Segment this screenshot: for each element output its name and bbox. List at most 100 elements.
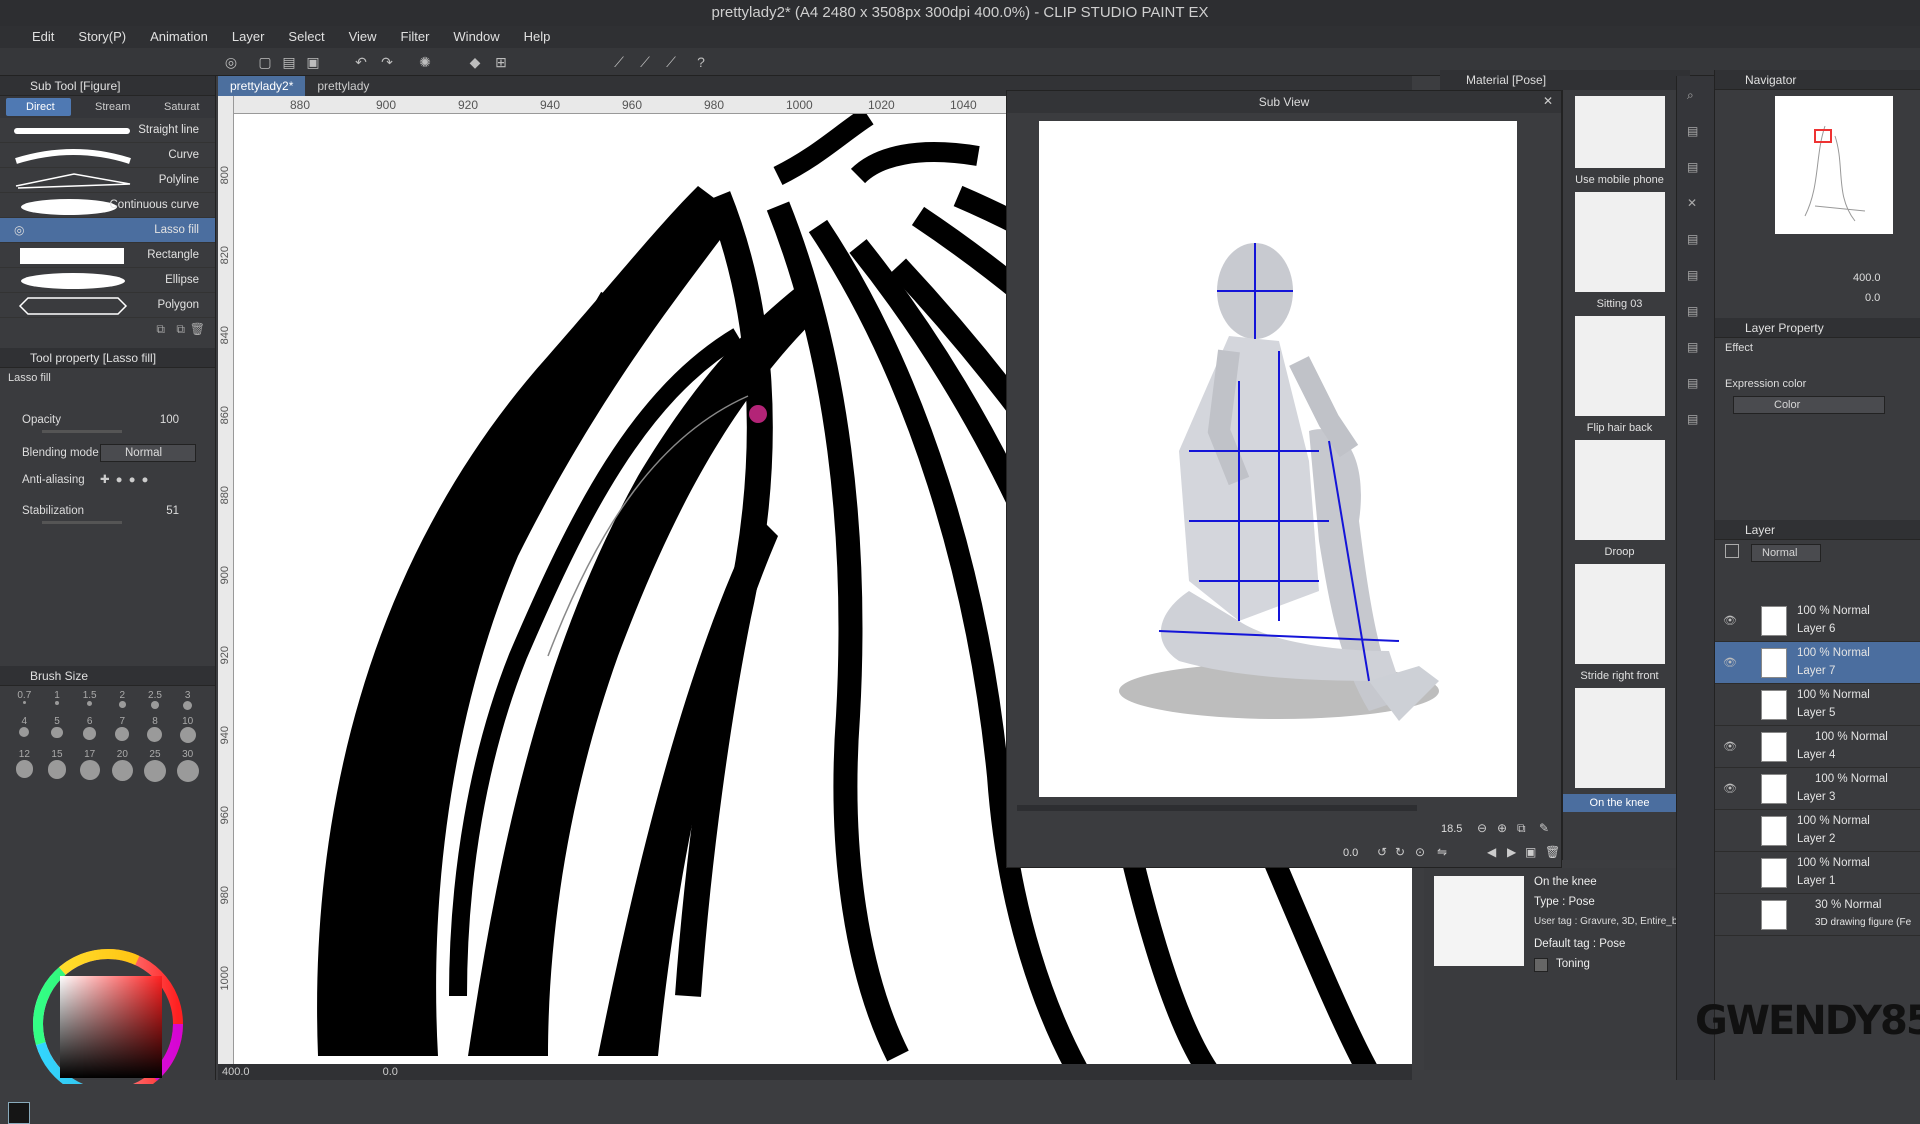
layer-row-6[interactable]: 👁 100 % Normal Layer 6 <box>1715 600 1920 642</box>
brush-size-option[interactable]: 5 <box>41 716 74 743</box>
brush-polygon[interactable]: Polygon <box>0 293 215 318</box>
rotate-right-icon[interactable]: ↻ <box>1395 845 1405 859</box>
canvas-zoom[interactable]: 400.0 <box>222 1066 250 1078</box>
brush-size-option[interactable]: 2 <box>106 690 139 710</box>
reset-icon[interactable]: ⊙ <box>1415 845 1425 859</box>
material-icon[interactable]: ▤ <box>1687 160 1698 174</box>
layer-row-2[interactable]: 100 % Normal Layer 2 <box>1715 810 1920 852</box>
brush-size-option[interactable]: 10 <box>171 716 204 744</box>
brush-curve[interactable]: Curve <box>0 143 215 168</box>
brush-size-option[interactable]: 12 <box>8 749 41 782</box>
brush-size-option[interactable]: 25 <box>139 749 172 783</box>
undo-icon[interactable]: ↶ <box>352 53 370 71</box>
help-icon[interactable]: ? <box>692 53 710 71</box>
brush-size-option[interactable]: 8 <box>139 716 172 743</box>
antialias-options[interactable]: ✚●●● <box>100 472 154 486</box>
opacity-slider[interactable] <box>42 430 122 433</box>
menu-layer[interactable]: Layer <box>220 26 277 48</box>
zoom-in-icon[interactable]: ⊕ <box>1497 821 1507 835</box>
layer-row-1[interactable]: 100 % Normal Layer 1 <box>1715 852 1920 894</box>
blend-select[interactable]: Normal <box>100 444 196 462</box>
material-item-droop[interactable]: Droop <box>1563 440 1676 558</box>
tab-prettylady2[interactable]: prettylady2* <box>218 76 306 96</box>
material-item-flip-hair[interactable]: Flip hair back <box>1563 316 1676 434</box>
fill-icon[interactable]: ◆ <box>466 53 484 71</box>
brush-size-option[interactable]: 1 <box>41 690 74 710</box>
layer-row-3[interactable]: 👁 100 % Normal Layer 3 <box>1715 768 1920 810</box>
stab-slider[interactable] <box>42 521 122 524</box>
subview-scrollbar[interactable] <box>1017 805 1417 811</box>
brush-lasso-fill[interactable]: ◎ Lasso fill <box>0 218 215 243</box>
menu-select[interactable]: Select <box>276 26 336 48</box>
save-icon[interactable]: ▣ <box>304 53 322 71</box>
fit-icon[interactable]: ⧉ <box>1517 821 1526 836</box>
layer-blend-select[interactable]: Normal <box>1751 544 1821 562</box>
layer-row-7[interactable]: 👁 100 % Normal Layer 7 <box>1715 642 1920 684</box>
next-icon[interactable]: ▶ <box>1507 845 1516 859</box>
redo-icon[interactable]: ↷ <box>378 53 396 71</box>
tab-saturate[interactable]: Saturat <box>144 98 209 116</box>
menu-help[interactable]: Help <box>512 26 563 48</box>
menu-view[interactable]: View <box>337 26 389 48</box>
brush-size-option[interactable]: 15 <box>41 749 74 782</box>
layer-row-5[interactable]: 100 % Normal Layer 5 <box>1715 684 1920 726</box>
material-icon[interactable]: ▤ <box>1687 268 1698 282</box>
brush-continuous-curve[interactable]: Continuous curve <box>0 193 215 218</box>
tab-prettylady[interactable]: prettylady <box>305 76 381 96</box>
rotate-left-icon[interactable]: ↺ <box>1377 845 1387 859</box>
brush-size-option[interactable]: 6 <box>73 716 106 743</box>
material-icon[interactable]: ▤ <box>1687 376 1698 390</box>
brush-straight-line[interactable]: Straight line <box>0 118 215 143</box>
brush-size-option[interactable]: 30 <box>171 749 204 783</box>
brush-size-option[interactable]: 1.5 <box>73 690 106 710</box>
layer-row-4[interactable]: 👁 100 % Normal Layer 4 <box>1715 726 1920 768</box>
eye-icon[interactable]: 👁 <box>1723 656 1737 669</box>
subview-image[interactable] <box>1039 121 1517 797</box>
new-subtool-icon[interactable]: ⧉ <box>156 322 165 337</box>
eyedropper-icon[interactable]: ✎ <box>1539 821 1549 835</box>
navigator-preview[interactable] <box>1775 96 1893 234</box>
material-item-on-knee[interactable]: On the knee <box>1563 688 1676 812</box>
prev-icon[interactable]: ◀ <box>1487 845 1496 859</box>
navigator-zoom[interactable]: 400.0 <box>1853 272 1881 284</box>
brush-size-option[interactable]: 4 <box>8 716 41 743</box>
material-icon[interactable]: ▤ <box>1687 304 1698 318</box>
material-icon[interactable]: ▤ <box>1687 124 1698 138</box>
brush-size-option[interactable]: 7 <box>106 716 139 743</box>
menu-window[interactable]: Window <box>441 26 511 48</box>
material-icon[interactable]: ▤ <box>1687 340 1698 354</box>
subview-angle[interactable]: 0.0 <box>1343 847 1358 859</box>
material-item-mobile[interactable]: Use mobile phone <box>1563 96 1676 186</box>
stab-value[interactable]: 51 <box>166 505 179 517</box>
eye-icon[interactable]: 👁 <box>1723 614 1737 627</box>
folder-icon[interactable]: ▣ <box>1525 845 1536 859</box>
brush-size-option[interactable]: 2.5 <box>139 690 172 710</box>
eye-icon[interactable]: 👁 <box>1723 782 1737 795</box>
brush-size-option[interactable]: 3 <box>171 690 204 710</box>
close-icon[interactable]: ✕ <box>1687 196 1697 210</box>
tab-direct[interactable]: Direct <box>6 98 71 116</box>
layer-row-3d-figure[interactable]: 30 % Normal 3D drawing figure (Fe <box>1715 894 1920 936</box>
brush-rectangle[interactable]: Rectangle <box>0 243 215 268</box>
trash-icon[interactable]: 🗑 <box>190 322 205 336</box>
snap-ruler-icon[interactable]: ⟋ <box>610 53 628 71</box>
navigator-angle[interactable]: 0.0 <box>1865 292 1880 304</box>
opacity-row[interactable]: Opacity 100 <box>0 408 215 435</box>
main-color-swatch[interactable] <box>8 1102 30 1124</box>
toning-checkbox[interactable] <box>1534 958 1548 972</box>
brush-polyline[interactable]: Polyline <box>0 168 215 193</box>
lock-alpha-checkbox[interactable] <box>1725 544 1739 558</box>
zoom-out-icon[interactable]: ⊖ <box>1477 821 1487 835</box>
expression-color-select[interactable]: Color <box>1733 396 1885 414</box>
transform-icon[interactable]: ⊞ <box>492 53 510 71</box>
opacity-value[interactable]: 100 <box>160 414 179 426</box>
snap-grid-icon[interactable]: ⟋ <box>662 53 680 71</box>
stabilization-row[interactable]: Stabilization 51 <box>0 499 215 526</box>
search-icon[interactable]: ⌕ <box>1687 88 1694 103</box>
canvas-angle[interactable]: 0.0 <box>383 1066 398 1078</box>
menu-filter[interactable]: Filter <box>389 26 442 48</box>
flip-icon[interactable]: ⇋ <box>1437 845 1447 859</box>
snap-special-ruler-icon[interactable]: ⟋ <box>636 53 654 71</box>
brush-size-option[interactable]: 17 <box>73 749 106 782</box>
material-item-stride[interactable]: Stride right front <box>1563 564 1676 682</box>
